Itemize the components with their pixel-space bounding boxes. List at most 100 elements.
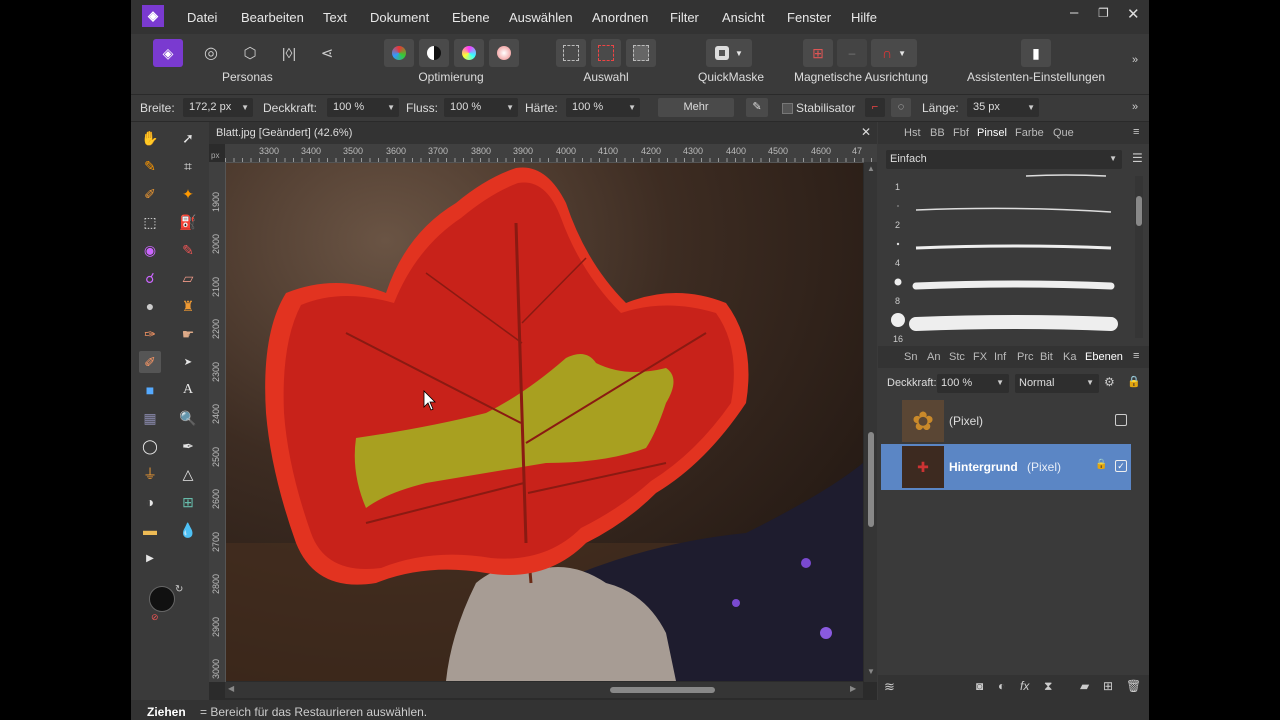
panel-menu-icon[interactable]: ≡ [1133, 350, 1139, 362]
snapping-grid-icon[interactable]: ⊞ [803, 39, 833, 67]
mehr-button[interactable]: Mehr [658, 98, 734, 117]
dodge-brush-tool-icon[interactable]: ● [139, 295, 161, 317]
layer-locked-icon[interactable]: 🔒 [1095, 459, 1107, 470]
tab-info[interactable]: Inf [994, 351, 1006, 363]
menu-datei[interactable]: Datei [187, 10, 217, 25]
window-mode-icon[interactable]: ◌ [891, 98, 911, 117]
tab-anpassungen[interactable]: An [927, 351, 940, 363]
tab-histogramm[interactable]: Hst [904, 127, 921, 139]
ellipse-tool-icon[interactable]: ◯ [139, 435, 161, 457]
tab-kanaele[interactable]: Ka [1063, 351, 1076, 363]
select-all-icon[interactable] [556, 39, 586, 67]
tab-farbfelder[interactable]: Fbf [953, 127, 969, 139]
vertical-scroll-thumb[interactable] [868, 432, 874, 527]
tab-fx[interactable]: FX [973, 351, 987, 363]
rectangle-tool-icon[interactable]: ■ [139, 379, 161, 401]
photo-persona-icon[interactable]: ◈ [153, 39, 183, 67]
maximize-icon[interactable]: ❐ [1098, 6, 1109, 20]
menu-dokument[interactable]: Dokument [370, 10, 429, 25]
auto-levels-icon[interactable] [384, 39, 414, 67]
menu-anordnen[interactable]: Anordnen [592, 10, 648, 25]
layer-visibility-checkbox[interactable]: ✓ [1115, 460, 1127, 472]
blemish-tool-icon[interactable]: 💧 [177, 519, 199, 541]
mesh-warp-tool-icon[interactable]: ▦ [139, 407, 161, 429]
vertical-scrollbar[interactable]: ▲ ▼ [864, 162, 877, 682]
laenge-field[interactable]: 35 px ▼ [967, 98, 1039, 117]
quickmask-button[interactable]: ▼ [706, 39, 752, 67]
new-group-icon[interactable]: ▰ [1080, 679, 1089, 693]
primary-color-swatch[interactable] [149, 586, 175, 612]
color-replacement-tool-icon[interactable]: ☌ [139, 267, 161, 289]
document-tab[interactable]: Blatt.jpg [Geändert] (42.6%) ✕ [209, 122, 877, 144]
fx-layer-icon[interactable]: fx [1020, 679, 1029, 693]
layer-settings-gear-icon[interactable]: ⚙ [1104, 375, 1115, 389]
deselect-icon[interactable] [591, 39, 621, 67]
tab-bb[interactable]: BB [930, 127, 945, 139]
node-tool-icon[interactable]: ➤ [177, 351, 199, 373]
menu-text[interactable]: Text [323, 10, 347, 25]
tab-pinsel[interactable]: Pinsel [977, 127, 1007, 139]
menu-auswaehlen[interactable]: Auswählen [509, 10, 573, 25]
tab-bitmap[interactable]: Bit [1040, 351, 1053, 363]
clone-brush-tool-icon[interactable]: ♜ [177, 295, 199, 317]
export-persona-icon[interactable]: ⋖ [312, 39, 342, 67]
adjustment-layer-icon[interactable]: ◐ [998, 679, 1005, 693]
delete-layer-icon[interactable]: 🗑 [1126, 679, 1141, 693]
close-document-icon[interactable]: ✕ [861, 125, 871, 139]
menu-ansicht[interactable]: Ansicht [722, 10, 765, 25]
layer-opacity-field[interactable]: 100 % ▼ [937, 374, 1009, 393]
pen-tool-icon[interactable]: ✒ [177, 435, 199, 457]
minimize-icon[interactable]: – [1070, 4, 1078, 21]
layer-lock-icon[interactable]: 🔒 [1127, 375, 1141, 388]
layers-stack-icon[interactable]: ≋ [884, 679, 895, 695]
flood-select-tool-icon[interactable]: ✦ [177, 183, 199, 205]
tab-stile[interactable]: Stc [949, 351, 965, 363]
tonemap-persona-icon[interactable]: |◊| [274, 39, 304, 67]
brush-scroll-thumb[interactable] [1136, 196, 1142, 226]
auto-colors-icon[interactable] [454, 39, 484, 67]
canvas-area[interactable]: px 3300 3400 3500 3600 3700 3800 3900 40… [209, 144, 877, 700]
haerte-field[interactable]: 100 % ▼ [566, 98, 640, 117]
patch-tool-icon[interactable]: ⊞ [177, 491, 199, 513]
menu-ebene[interactable]: Ebene [452, 10, 490, 25]
menu-fenster[interactable]: Fenster [787, 10, 831, 25]
marquee-tool-icon[interactable]: ⬚ [139, 211, 161, 233]
swap-colors-icon[interactable]: ↻ [175, 584, 183, 595]
liquify-persona-icon[interactable]: ◎ [196, 39, 226, 67]
stabilisator-checkbox[interactable] [782, 103, 793, 114]
panel-menu-icon[interactable]: ≡ [1133, 126, 1139, 138]
perspective-tool-icon[interactable]: ⏚ [139, 463, 161, 485]
invert-selection-icon[interactable] [626, 39, 656, 67]
brush-menu-icon[interactable]: ☰ [1132, 151, 1143, 165]
view-tool-hand-icon[interactable]: ✋ [139, 127, 161, 149]
horizontal-scrollbar[interactable]: ◀ ▶ [225, 682, 863, 698]
scroll-up-icon[interactable]: ▲ [867, 164, 875, 173]
flood-fill-tool-icon[interactable]: ⛽ [177, 211, 199, 233]
tab-farbe[interactable]: Farbe [1015, 127, 1044, 139]
tab-ebenen[interactable]: Ebenen [1085, 351, 1123, 363]
tab-quelle[interactable]: Que [1053, 127, 1074, 139]
brush-list-scrollbar[interactable] [1135, 176, 1143, 338]
layer-row[interactable]: ✿ (Pixel) [881, 398, 1131, 445]
frequency-separation-tool-icon[interactable]: ▬ [139, 519, 161, 541]
gradient-tool-icon[interactable]: ◉ [139, 239, 161, 261]
menu-bearbeiten[interactable]: Bearbeiten [241, 10, 304, 25]
menu-hilfe[interactable]: Hilfe [851, 10, 877, 25]
scroll-left-icon[interactable]: ◀ [228, 684, 234, 693]
tab-snapshots[interactable]: Sn [904, 351, 917, 363]
layer-row-selected[interactable]: ✚ Hintergrund (Pixel) 🔒 ✓ [881, 444, 1131, 490]
tools-expand-icon[interactable]: ▶ [139, 547, 161, 569]
toolbar-overflow-icon[interactable]: » [1132, 54, 1138, 66]
blend-mode-select[interactable]: Normal ▼ [1015, 374, 1099, 393]
erase-brush-tool-icon[interactable]: ▱ [177, 267, 199, 289]
blur-brush-tool-icon[interactable]: ✑ [139, 323, 161, 345]
mask-layer-icon[interactable]: ◙ [976, 679, 983, 693]
red-eye-tool-icon[interactable]: ◑ [139, 491, 161, 513]
live-filter-icon[interactable]: ⧗ [1044, 679, 1052, 694]
zoom-tool-icon[interactable]: 🔍 [177, 407, 199, 429]
brush-category-select[interactable]: Einfach ▼ [886, 150, 1122, 169]
layer-visibility-checkbox[interactable] [1115, 414, 1127, 426]
horizontal-scroll-thumb[interactable] [610, 687, 715, 693]
develop-persona-icon[interactable]: ⬡ [235, 39, 265, 67]
snapping-toggle-icon[interactable]: – [837, 39, 867, 67]
